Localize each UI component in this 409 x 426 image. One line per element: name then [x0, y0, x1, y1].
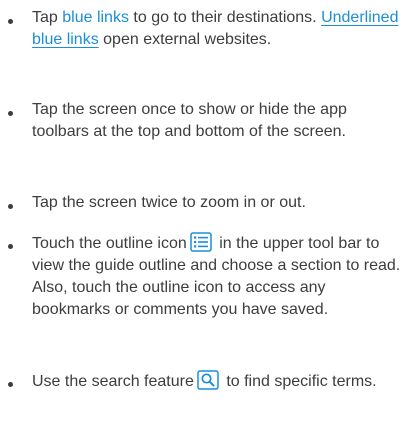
- tip-search-prefix: Use the search feature: [32, 373, 194, 390]
- tip-links-middle: to go to their destinations.: [128, 9, 322, 26]
- blue-link[interactable]: blue links: [62, 9, 129, 26]
- tip-links-prefix: Tap: [32, 9, 63, 26]
- tip-zoom-text: Tap the screen twice to zoom in or out.: [32, 194, 306, 211]
- tip-links-suffix: open external websites.: [98, 31, 272, 48]
- outline-icon[interactable]: [190, 232, 212, 252]
- bullet: [8, 19, 13, 24]
- search-icon[interactable]: [197, 370, 219, 390]
- help-tips-page: Tap blue links to go to their destinatio…: [0, 0, 409, 426]
- bullet: [8, 204, 13, 209]
- bullet: [8, 244, 13, 249]
- tip-outline-prefix: Touch the outline icon: [32, 235, 187, 252]
- bullet: [8, 111, 13, 116]
- tip-toolbars-text: Tap the screen once to show or hide the …: [32, 101, 347, 140]
- tip-outline-text: Touch the outline icon in the upper tool…: [32, 232, 404, 321]
- tip-search-text: Use the search feature to find specific …: [32, 370, 404, 393]
- tip-links-text: Tap blue links to go to their destinatio…: [32, 7, 404, 51]
- tip-search-suffix: to find specific terms.: [221, 373, 377, 390]
- bullet: [8, 382, 13, 387]
